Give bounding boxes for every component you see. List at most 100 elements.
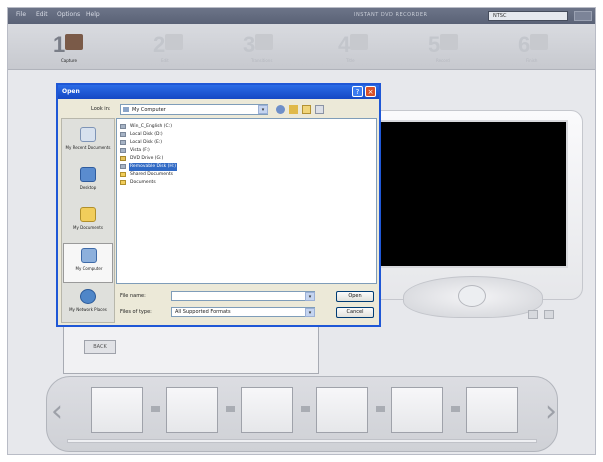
network-places-icon [80,289,96,304]
place-my-documents[interactable]: My Documents [63,203,113,243]
menu-options[interactable]: Options [57,11,80,18]
capture-icon [65,34,83,50]
step-label: Record [436,58,450,63]
clip-slot[interactable] [316,387,368,433]
cancel-button[interactable]: Cancel [336,307,374,318]
finish-icon [530,34,548,50]
app-window: File Edit Options Help INSTANT DVD RECOR… [7,7,596,455]
dvd-drive-icon [120,156,126,161]
back-button[interactable]: BACK [84,340,116,354]
place-my-computer[interactable]: My Computer [63,243,113,283]
place-label: My Recent Documents [65,145,111,150]
dialog-title-bar[interactable]: Open ? × [58,85,379,99]
player-controls [403,276,543,318]
look-in-select[interactable]: My Computer [120,104,268,115]
place-desktop[interactable]: Desktop [63,163,113,203]
menu-help[interactable]: Help [86,11,100,18]
storyboard-timeline: ‹ › [46,376,558,452]
menu-bar: File Edit Options Help INSTANT DVD RECOR… [8,8,595,24]
clip-connector [376,406,385,412]
menu-edit[interactable]: Edit [36,11,48,18]
edit-icon [165,34,183,50]
desktop-icon [80,167,96,182]
clip-slot[interactable] [466,387,518,433]
step-transitions[interactable]: 3 Transitions [243,28,303,66]
zoom-icon[interactable] [528,310,538,319]
step-title[interactable]: 4 Title [338,28,398,66]
look-in-value: My Computer [132,107,166,113]
step-label: Capture [61,58,77,63]
step-toolbar: 1 Capture 2 Edit 3 Transitions 4 Title 5… [8,24,595,70]
step-number: 5 [428,32,441,57]
fullscreen-icon[interactable] [544,310,554,319]
record-icon [440,34,458,50]
dialog-close-button[interactable]: × [365,86,376,97]
places-bar: My Recent Documents Desktop My Documents… [61,118,115,323]
mode-select[interactable]: NTSC [488,11,568,21]
step-number: 6 [518,32,531,57]
step-capture[interactable]: 1 Capture [53,28,113,66]
step-finish[interactable]: 6 Finish [518,28,578,66]
file-name: Vista (F:) [130,148,150,153]
file-name-input[interactable] [171,291,315,301]
scroll-left-icon[interactable]: ‹ [51,397,63,427]
step-number: 1 [53,32,66,57]
step-number: 4 [338,32,351,57]
step-number: 3 [243,32,256,57]
my-computer-icon [81,248,97,263]
dialog-title: Open [62,88,80,95]
step-label: Title [346,58,355,63]
look-in-dropdown-arrow[interactable]: ▾ [258,105,268,114]
place-label: My Documents [73,225,103,230]
files-of-type-dropdown-arrow[interactable]: ▾ [305,308,315,317]
info-panel: BACK [63,320,319,374]
file-name-dropdown-arrow[interactable]: ▾ [305,292,315,301]
clip-connector [451,406,460,412]
clip-slot[interactable] [91,387,143,433]
file-name: DVD Drive (G:) [130,156,164,161]
clip-slot[interactable] [391,387,443,433]
clip-connector [301,406,310,412]
play-button[interactable] [458,285,486,307]
step-record[interactable]: 5 Record [428,28,488,66]
folder-icon [120,172,126,177]
view-menu-icon[interactable] [315,105,324,114]
help-button[interactable]: ? [352,86,363,97]
file-name-label: File name: [120,293,146,299]
file-name: Shared Documents [130,172,173,177]
drive-icon [120,140,126,145]
scroll-right-icon[interactable]: › [545,397,557,427]
clip-connector [151,406,160,412]
timeline-track[interactable] [67,439,537,443]
back-arrow-icon[interactable] [276,105,285,114]
app-close-button[interactable] [574,11,592,21]
step-edit[interactable]: 2 Edit [153,28,213,66]
file-list: Win_C_English (C:) Local Disk (D:) Local… [116,118,377,284]
step-label: Transitions [251,58,273,63]
up-folder-icon[interactable] [289,105,298,114]
drive-icon [120,148,126,153]
look-in-label: Look in: [91,106,111,112]
menu-file[interactable]: File [16,11,26,18]
file-name: Local Disk (E:) [130,140,163,145]
place-label: My Network Places [69,307,107,312]
step-number: 2 [153,32,166,57]
recent-documents-icon [80,127,96,142]
files-of-type-label: Files of type: [120,309,152,315]
file-name: Local Disk (D:) [130,132,163,137]
clip-slot[interactable] [241,387,293,433]
new-folder-icon[interactable] [302,105,311,114]
video-preview-screen [378,120,568,268]
drive-icon [120,124,126,129]
place-network[interactable]: My Network Places [63,285,113,325]
step-label: Finish [526,58,538,63]
files-of-type-select[interactable]: All Supported Formats [171,307,315,317]
open-dialog: Open ? × Look in: My Computer ▾ My Recen… [56,83,381,327]
file-name: Documents [130,180,156,185]
my-documents-icon [80,207,96,222]
title-icon [350,34,368,50]
open-button[interactable]: Open [336,291,374,302]
clip-slot[interactable] [166,387,218,433]
my-computer-icon [123,107,129,112]
place-recent-documents[interactable]: My Recent Documents [63,123,113,163]
